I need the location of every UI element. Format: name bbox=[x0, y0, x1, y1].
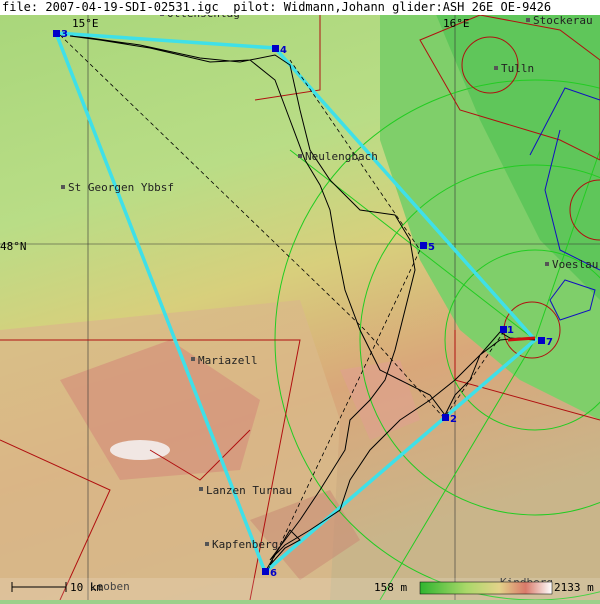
elevation-max-label: 2133 m bbox=[554, 581, 594, 594]
town-kapfenberg: Kapfenberg bbox=[212, 538, 278, 551]
lat-label-48n: 48°N bbox=[0, 240, 27, 253]
turnpoint-6-icon[interactable] bbox=[262, 568, 269, 575]
town-voeslau: Voeslau bbox=[552, 258, 598, 271]
turnpoint-1-icon[interactable] bbox=[500, 326, 507, 333]
town-stockerau: Stockerau bbox=[533, 14, 593, 27]
turnpoint-6-label: 6 bbox=[270, 568, 277, 579]
town-marker bbox=[494, 66, 498, 70]
town-marker bbox=[199, 487, 203, 491]
lon-label-16e: 16°E bbox=[443, 17, 470, 30]
turnpoint-2-icon[interactable] bbox=[442, 414, 449, 421]
turnpoint-3-icon[interactable] bbox=[53, 30, 60, 37]
elevation-min-label: 158 m bbox=[374, 581, 407, 594]
turnpoint-4-label: 4 bbox=[280, 45, 287, 56]
town-marker bbox=[545, 262, 549, 266]
lon-label-15e: 15°E bbox=[72, 17, 99, 30]
elevation-legend-bar bbox=[419, 581, 553, 595]
town-marker bbox=[61, 185, 65, 189]
scale-label: 10 km bbox=[70, 581, 103, 594]
turnpoint-7-icon[interactable] bbox=[538, 337, 545, 344]
turnpoint-5-icon[interactable] bbox=[420, 242, 427, 249]
town-lanzen-turnau: Lanzen Turnau bbox=[206, 484, 292, 497]
town-marker bbox=[191, 357, 195, 361]
town-st-georgen: St Georgen Ybbsf bbox=[68, 181, 174, 194]
town-marker bbox=[298, 154, 302, 158]
town-marker bbox=[526, 18, 530, 22]
turnpoint-4-icon[interactable] bbox=[272, 45, 279, 52]
turnpoint-3-label: 3 bbox=[61, 29, 68, 40]
finish-marker bbox=[507, 336, 536, 342]
file-info-header: file: 2007-04-19-SDI-02531.igc pilot: Wi… bbox=[0, 0, 600, 15]
town-mariazell: Mariazell bbox=[198, 354, 258, 367]
turnpoint-2-label: 2 bbox=[450, 414, 457, 425]
map-svg: 1 2 3 4 5 6 7 Ottenschlag Stockerau Tull… bbox=[0, 0, 600, 601]
town-marker bbox=[205, 542, 209, 546]
turnpoint-5-label: 5 bbox=[428, 242, 435, 253]
town-tulln: Tulln bbox=[501, 62, 534, 75]
turnpoint-7-label: 7 bbox=[546, 337, 553, 348]
town-neulengbach: Neulengbach bbox=[305, 150, 378, 163]
turnpoint-1-label: 1 bbox=[507, 325, 514, 336]
map-canvas[interactable]: 1 2 3 4 5 6 7 Ottenschlag Stockerau Tull… bbox=[0, 0, 600, 601]
